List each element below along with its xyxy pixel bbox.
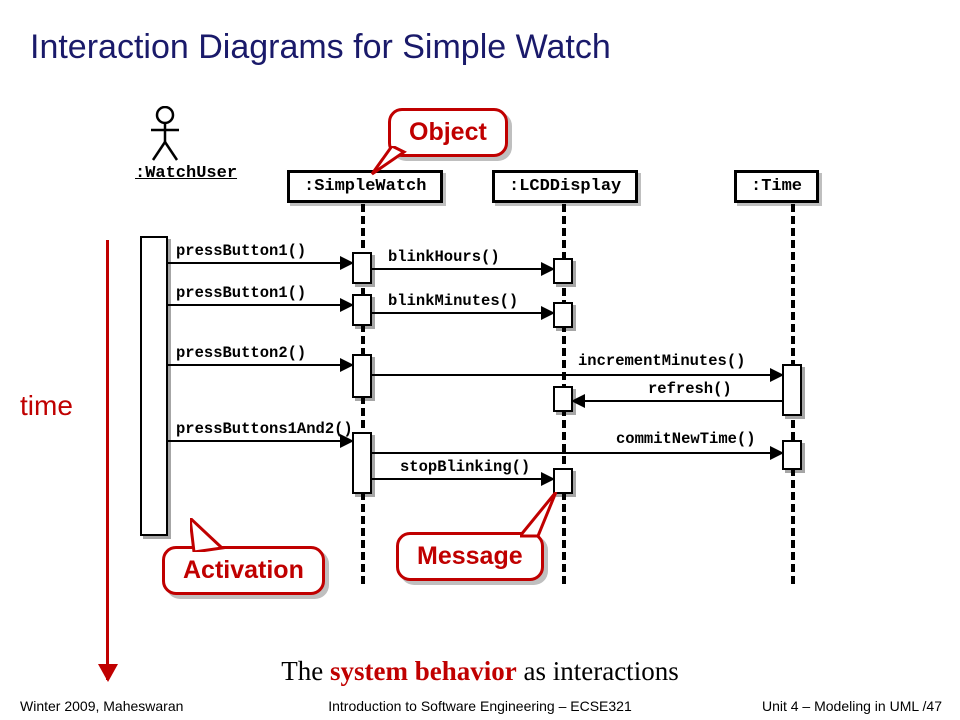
message-label: commitNewTime() — [616, 430, 756, 448]
message-arrow — [372, 452, 782, 454]
message-arrow — [372, 268, 553, 270]
message-arrow — [168, 440, 352, 442]
lifeline-time: :Time — [734, 170, 819, 203]
caption-post: as interactions — [517, 656, 679, 686]
message-arrow — [372, 478, 553, 480]
activation-bar — [782, 440, 802, 470]
message-arrow — [168, 262, 352, 264]
activation-bar — [553, 258, 573, 284]
diagram-caption: The system behavior as interactions — [0, 656, 960, 687]
callout-activation: Activation — [162, 546, 325, 595]
footer-right: Unit 4 – Modeling in UML /47 — [762, 698, 942, 714]
actor-watchuser: :WatchUser — [135, 106, 195, 183]
message-arrow — [573, 400, 782, 402]
activation-bar — [352, 354, 372, 398]
callout-tail-icon — [520, 492, 564, 538]
time-axis-arrow — [106, 240, 109, 680]
callout-message: Message — [396, 532, 544, 581]
activation-bar — [352, 294, 372, 326]
message-arrow — [372, 374, 782, 376]
callout-tail-icon — [370, 146, 410, 176]
message-label: refresh() — [648, 380, 732, 398]
message-label: pressButtons1And2() — [176, 420, 353, 438]
message-label: pressButton1() — [176, 284, 306, 302]
callout-tail-icon — [190, 518, 230, 552]
message-label: incrementMinutes() — [578, 352, 745, 370]
message-label: stopBlinking() — [400, 458, 530, 476]
message-label: blinkHours() — [388, 248, 500, 266]
activation-bar — [352, 252, 372, 284]
message-label: blinkMinutes() — [388, 292, 518, 310]
activation-bar — [140, 236, 168, 536]
message-arrow — [372, 312, 553, 314]
activation-bar — [782, 364, 802, 416]
actor-label: :WatchUser — [135, 164, 195, 183]
activation-bar — [553, 468, 573, 494]
time-axis-label: time — [20, 390, 73, 422]
activation-bar — [553, 386, 573, 412]
activation-bar — [352, 432, 372, 494]
lifeline-lcddisplay: :LCDDisplay — [492, 170, 638, 203]
caption-pre: The — [281, 656, 330, 686]
message-arrow — [168, 364, 352, 366]
lifeline-simplewatch: :SimpleWatch — [287, 170, 443, 203]
message-label: pressButton2() — [176, 344, 306, 362]
activation-bar — [553, 302, 573, 328]
caption-highlight: system behavior — [330, 656, 517, 686]
sequence-diagram: :WatchUser :SimpleWatch :LCDDisplay :Tim… — [0, 80, 960, 660]
stickperson-icon — [147, 106, 183, 162]
slide-title: Interaction Diagrams for Simple Watch — [30, 28, 611, 67]
message-label: pressButton1() — [176, 242, 306, 260]
message-arrow — [168, 304, 352, 306]
